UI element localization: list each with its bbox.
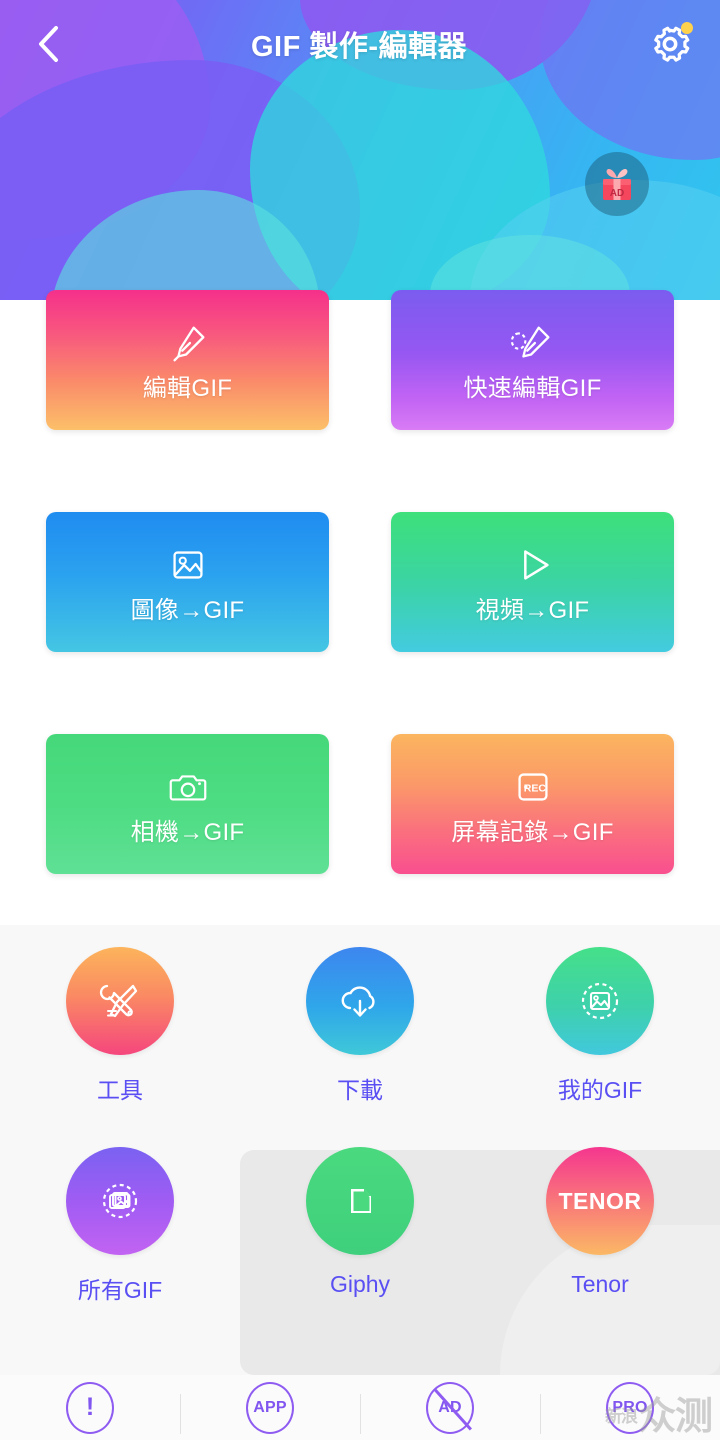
chevron-left-icon — [39, 26, 58, 62]
tool-tools[interactable]: 工具 — [0, 947, 240, 1105]
settings-button[interactable] — [646, 20, 694, 68]
bottom-bar: ! APP AD PRO — [0, 1375, 720, 1440]
camera-icon — [165, 762, 211, 810]
bottom-item-label: PRO — [612, 1398, 648, 1416]
tool-icon-circle — [66, 1147, 174, 1255]
card-camera-to-gif[interactable]: 相機→GIF — [46, 734, 329, 874]
pro-circle-icon: PRO — [606, 1381, 654, 1434]
card-quick-edit-gif[interactable]: 快速編輯GIF — [391, 290, 674, 430]
card-screen-record-to-gif[interactable]: REC 屏幕記錄→GIF — [391, 734, 674, 874]
card-edit-gif[interactable]: 編輯GIF — [46, 290, 329, 430]
card-image-to-gif[interactable]: 圖像→GIF — [46, 512, 329, 652]
tool-label: 我的GIF — [557, 1077, 643, 1103]
bottom-item-pro[interactable]: PRO — [540, 1381, 720, 1434]
tool-icon-circle — [306, 947, 414, 1055]
ad-gift-button[interactable]: AD — [585, 152, 649, 216]
tool-label: 下載 — [337, 1077, 383, 1103]
giphy-document-icon — [351, 1189, 371, 1213]
tool-row-2: 所有GIF Giphy TENOR Tenor — [0, 1147, 720, 1305]
tool-my-gif[interactable]: 我的GIF — [480, 947, 720, 1105]
tool-tenor[interactable]: TENOR Tenor — [480, 1147, 720, 1305]
lower-section: 工具 下載 我的GIF 所有GIF Giphy TENOR Tenor — [0, 925, 720, 1375]
brush-icon — [165, 318, 211, 366]
my-gif-dashed-image-icon — [581, 982, 619, 1020]
play-icon — [510, 540, 556, 588]
bottom-item-app[interactable]: APP — [180, 1381, 360, 1434]
no-ad-circle-icon: AD — [426, 1381, 474, 1434]
card-label: 圖像→GIF — [130, 596, 245, 624]
gift-box-ad-icon: AD — [603, 168, 631, 200]
tool-icon-circle — [66, 947, 174, 1055]
card-video-to-gif[interactable]: 視頻→GIF — [391, 512, 674, 652]
settings-notification-dot — [680, 22, 693, 34]
image-icon — [165, 540, 211, 588]
card-label: 視頻→GIF — [475, 596, 590, 624]
tool-row-1: 工具 下載 我的GIF — [0, 947, 720, 1105]
tools-wrench-screwdriver-icon — [99, 984, 138, 1018]
tool-label: Tenor — [571, 1271, 629, 1297]
card-label: 編輯GIF — [142, 374, 233, 402]
bottom-item-no-ads[interactable]: AD — [360, 1381, 540, 1434]
card-row-3: 相機→GIF REC 屏幕記錄→GIF — [0, 734, 720, 874]
main-action-grid: 編輯GIF 快速編輯GIF 圖像→GIF 視頻→GIF 相機→GIF REC 屏… — [0, 290, 720, 956]
tool-icon-circle — [546, 947, 654, 1055]
cloud-download-icon — [341, 986, 375, 1017]
tool-all-gif[interactable]: 所有GIF — [0, 1147, 240, 1305]
all-gif-stacked-images-icon — [102, 1183, 138, 1219]
bottom-item-info[interactable]: ! — [0, 1381, 180, 1434]
bottom-item-label: ! — [85, 1393, 95, 1421]
tenor-wordmark-icon: TENOR — [558, 1187, 642, 1214]
card-row-2: 圖像→GIF 視頻→GIF — [0, 512, 720, 652]
card-label: 快速編輯GIF — [463, 374, 602, 402]
tool-label: 工具 — [97, 1077, 143, 1103]
exclamation-circle-icon: ! — [66, 1381, 114, 1434]
tool-icon-circle — [306, 1147, 414, 1255]
bottom-item-label: APP — [253, 1398, 287, 1416]
tool-giphy[interactable]: Giphy — [240, 1147, 480, 1305]
app-circle-icon: APP — [246, 1381, 294, 1434]
tool-grid: 工具 下載 我的GIF 所有GIF Giphy TENOR Tenor — [0, 925, 720, 1305]
card-label: 屏幕記錄→GIF — [451, 818, 614, 846]
back-button[interactable] — [26, 21, 72, 67]
card-label: 相機→GIF — [130, 818, 245, 846]
tool-download[interactable]: 下載 — [240, 947, 480, 1105]
brush-dashed-icon — [510, 318, 556, 366]
top-bar: GIF 製作-編輯器 — [0, 0, 720, 88]
rec-box-icon: REC — [510, 762, 556, 810]
card-row-1: 編輯GIF 快速編輯GIF — [0, 290, 720, 430]
page-title: GIF 製作-編輯器 — [250, 31, 468, 63]
tool-label: 所有GIF — [77, 1277, 163, 1303]
svg-text:REC: REC — [523, 782, 546, 794]
tool-label: Giphy — [329, 1271, 391, 1297]
svg-text:AD: AD — [610, 188, 624, 199]
tool-icon-circle: TENOR — [546, 1147, 654, 1255]
